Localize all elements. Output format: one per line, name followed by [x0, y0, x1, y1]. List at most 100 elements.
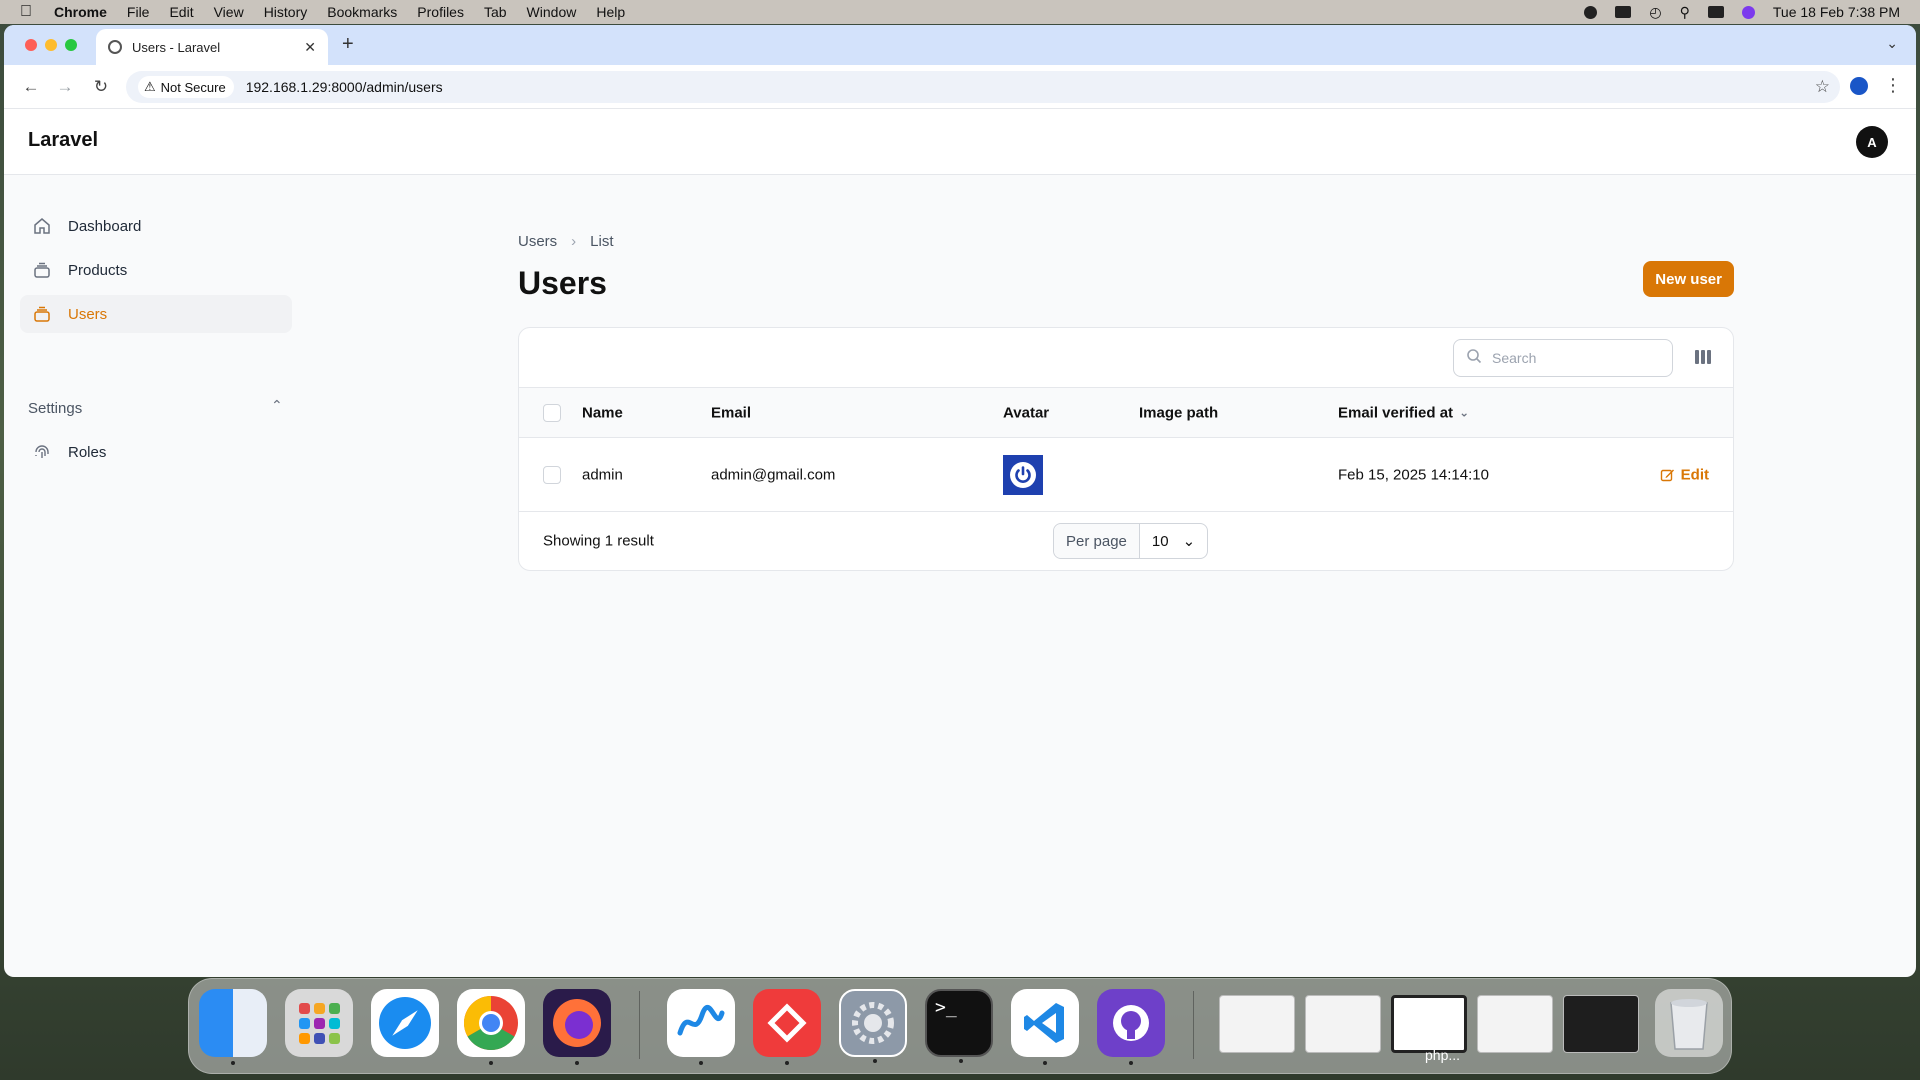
search-input[interactable] [1492, 350, 1652, 366]
table-footer: Showing 1 result Per page 10 ⌄ [519, 512, 1733, 570]
brand-logo[interactable]: Laravel [28, 129, 98, 152]
table-row[interactable]: admin admin@gmail.com Feb 15, 2025 14:14… [519, 438, 1733, 512]
spotlight-search-icon[interactable]: ⚲ [1680, 4, 1690, 21]
menu-file[interactable]: File [127, 4, 150, 20]
minimized-window-php[interactable] [1391, 995, 1467, 1053]
minimized-window-vscode[interactable] [1563, 995, 1639, 1053]
dock-separator [1193, 991, 1194, 1059]
warning-triangle-icon: ⚠ [144, 79, 156, 94]
tab-search-chevron-icon[interactable]: ⌄ [1886, 35, 1898, 52]
edit-label: Edit [1680, 466, 1709, 483]
macos-dock: >_ php... [188, 978, 1732, 1074]
safari-icon[interactable] [371, 989, 439, 1057]
column-header-email: Email [711, 404, 752, 421]
power-icon [1010, 461, 1036, 488]
trash-icon[interactable] [1655, 989, 1723, 1057]
table-toolbar [519, 328, 1733, 388]
sidebar-item-products[interactable]: Products [20, 251, 292, 289]
column-header-name: Name [582, 404, 623, 421]
anydesk-icon[interactable] [753, 989, 821, 1065]
column-header-email-verified[interactable]: Email verified at ⌄ [1338, 404, 1469, 421]
menu-profiles[interactable]: Profiles [417, 4, 464, 20]
minimize-window-button[interactable] [45, 39, 57, 51]
sidebar-item-roles[interactable]: Roles [20, 433, 292, 471]
menu-history[interactable]: History [264, 4, 308, 20]
url-text[interactable]: 192.168.1.29:8000/admin/users [246, 79, 443, 95]
sidebar-group-settings[interactable]: Settings [28, 400, 82, 417]
browser-window: Users - Laravel ✕ + ⌄ ← → ↻ ⚠ Not Secure… [4, 25, 1916, 977]
menu-view[interactable]: View [214, 4, 244, 20]
breadcrumb-users[interactable]: Users [518, 233, 557, 250]
browser-toolbar: ← → ↻ ⚠ Not Secure 192.168.1.29:8000/adm… [4, 65, 1916, 109]
sidebar-item-label: Dashboard [68, 217, 142, 235]
vscode-icon[interactable] [1011, 989, 1079, 1065]
edit-link[interactable]: Edit [1660, 466, 1709, 483]
wifi-icon[interactable]: ◴ [1649, 4, 1661, 21]
new-user-button[interactable]: New user [1643, 261, 1734, 297]
select-all-checkbox[interactable] [543, 403, 561, 422]
menu-bookmarks[interactable]: Bookmarks [327, 4, 397, 20]
user-avatar[interactable]: A [1856, 126, 1888, 158]
per-page-select[interactable]: Per page 10 ⌄ [1053, 523, 1209, 559]
results-summary: Showing 1 result [543, 532, 654, 550]
terminal-icon[interactable]: >_ [925, 989, 993, 1063]
chrome-icon[interactable] [457, 989, 525, 1065]
cell-email: admin@gmail.com [711, 466, 836, 483]
chevron-right-icon: › [571, 233, 577, 250]
security-chip[interactable]: ⚠ Not Secure [138, 76, 234, 98]
menu-window[interactable]: Window [527, 4, 577, 20]
sidebar-item-label: Products [68, 261, 128, 279]
dock-separator [639, 991, 640, 1059]
search-field[interactable] [1453, 339, 1673, 377]
minimized-window-finder[interactable] [1219, 995, 1295, 1053]
globe-icon [108, 40, 122, 54]
zoom-window-button[interactable] [65, 39, 77, 51]
status-cube-icon[interactable] [1584, 5, 1598, 19]
close-window-button[interactable] [25, 39, 37, 51]
menu-edit[interactable]: Edit [169, 4, 193, 20]
firefox-icon[interactable] [543, 989, 611, 1065]
menu-clock[interactable]: Tue 18 Feb 7:38 PM [1773, 4, 1900, 20]
per-page-value-text: 10 [1151, 532, 1169, 550]
apple-icon[interactable]:  [20, 3, 32, 21]
finder-icon[interactable] [199, 989, 267, 1065]
reload-icon[interactable]: ↻ [86, 77, 116, 97]
address-bar[interactable]: ⚠ Not Secure 192.168.1.29:8000/admin/use… [126, 71, 1840, 103]
row-checkbox[interactable] [543, 465, 561, 484]
minimized-window-github[interactable] [1477, 995, 1553, 1053]
new-tab-button[interactable]: + [342, 33, 354, 56]
bookmark-star-icon[interactable]: ☆ [1815, 77, 1830, 97]
sidebar-item-dashboard[interactable]: Dashboard [20, 207, 292, 245]
minimized-window-settings[interactable] [1305, 995, 1381, 1053]
more-menu-icon[interactable]: ⋮ [1884, 75, 1902, 96]
launchpad-icon[interactable] [285, 989, 353, 1057]
stack-icon [32, 304, 52, 324]
tab-strip: Users - Laravel ✕ + ⌄ [4, 25, 1916, 65]
siri-icon[interactable] [1741, 5, 1755, 19]
stack-icon [32, 260, 52, 280]
tab-title: Users - Laravel [132, 39, 221, 55]
freeform-icon[interactable] [667, 989, 735, 1065]
status-display-icon[interactable] [1615, 6, 1632, 18]
back-arrow-icon[interactable]: ← [16, 77, 46, 97]
system-settings-icon[interactable] [839, 989, 907, 1063]
menu-app-name[interactable]: Chrome [54, 4, 107, 20]
profile-avatar-icon[interactable] [1850, 77, 1868, 95]
control-center-icon[interactable] [1707, 6, 1724, 18]
sidebar-item-users[interactable]: Users [20, 295, 292, 333]
menu-help[interactable]: Help [596, 4, 625, 20]
browser-tab-active[interactable]: Users - Laravel ✕ [96, 29, 328, 65]
breadcrumb-list: List [590, 233, 614, 250]
page-title: Users [518, 265, 607, 301]
close-tab-icon[interactable]: ✕ [304, 39, 316, 56]
menu-tab[interactable]: Tab [484, 4, 507, 20]
github-desktop-icon[interactable] [1097, 989, 1165, 1065]
forward-arrow-icon[interactable]: → [50, 77, 80, 97]
per-page-value[interactable]: 10 ⌄ [1140, 524, 1207, 558]
column-toggle-icon[interactable] [1695, 350, 1711, 364]
security-label: Not Secure [160, 79, 226, 95]
macos-menu-bar:  Chrome File Edit View History Bookmark… [0, 0, 1920, 24]
user-avatar-image [1003, 454, 1043, 495]
chevron-up-icon[interactable]: ⌃ [271, 397, 283, 414]
sort-chevron-down-icon[interactable]: ⌄ [1459, 406, 1469, 420]
